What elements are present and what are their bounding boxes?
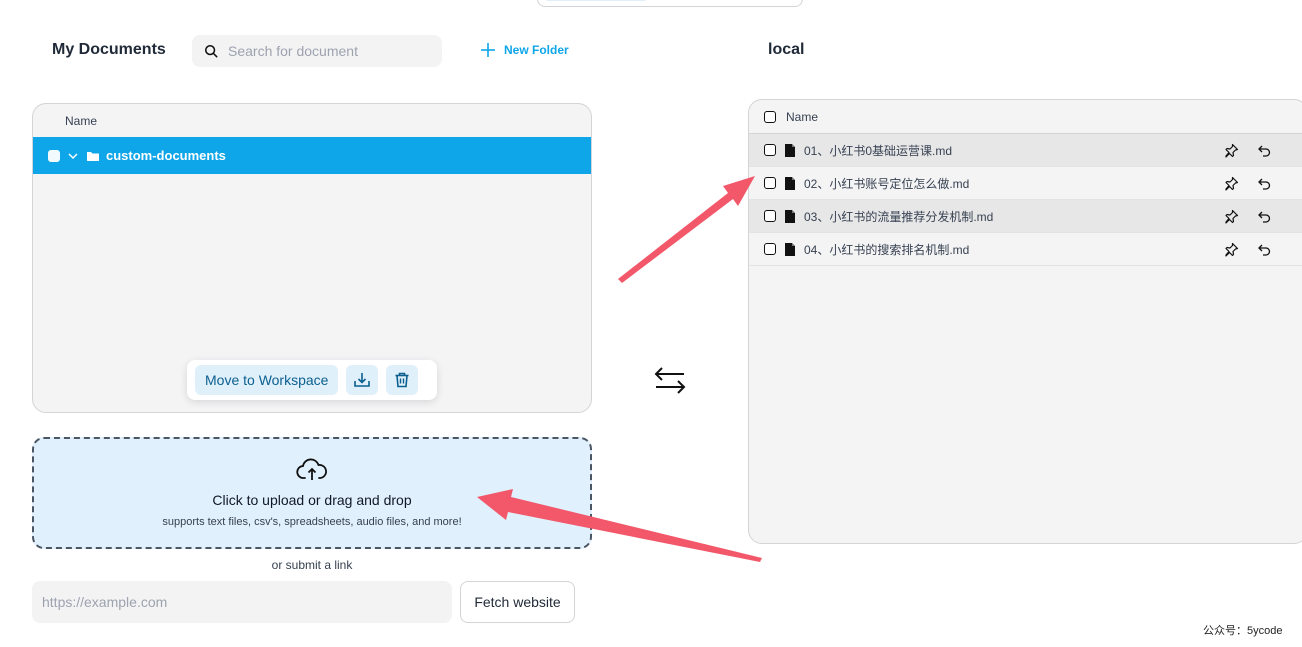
file-name: 02、小红书账号定位怎么做.md <box>804 176 970 191</box>
watermark-text: 公众号：5ycode <box>1203 625 1283 637</box>
upload-title: Click to upload or drag and drop <box>212 492 412 508</box>
file-checkbox[interactable] <box>764 210 776 222</box>
url-input[interactable] <box>32 581 452 623</box>
plus-icon <box>481 43 495 57</box>
file-name: 03、小红书的流量推荐分发机制.md <box>804 209 994 224</box>
download-button[interactable] <box>346 365 379 395</box>
annotation-arrow-upper <box>618 176 755 283</box>
file-checkbox[interactable] <box>764 144 776 156</box>
pin-icon[interactable] <box>1224 176 1239 191</box>
pin-icon[interactable] <box>1224 209 1239 224</box>
file-checkbox[interactable] <box>764 243 776 255</box>
file-name: 01、小红书0基础运营课.md <box>804 143 953 158</box>
folder-checkbox[interactable] <box>48 149 60 162</box>
document-search[interactable] <box>192 35 442 67</box>
tray-download-icon <box>354 373 371 387</box>
top-tab-selector[interactable] <box>537 0 803 7</box>
undo-icon[interactable] <box>1257 176 1272 191</box>
search-icon <box>204 44 218 58</box>
file-row[interactable]: 01、小红书0基础运营课.md <box>749 134 1302 167</box>
file-icon <box>785 242 795 256</box>
right-header-label: Name <box>786 109 819 124</box>
chevron-down-icon[interactable] <box>66 149 80 163</box>
cloud-upload-icon <box>296 458 327 480</box>
new-folder-button[interactable]: New Folder <box>480 42 569 58</box>
file-row[interactable]: 03、小红书的流量推荐分发机制.md <box>749 200 1302 233</box>
file-icon <box>785 143 795 157</box>
undo-icon[interactable] <box>1257 242 1272 257</box>
trash-icon <box>395 372 409 388</box>
top-tab-selected <box>546 0 646 1</box>
file-row[interactable]: 04、小红书的搜索排名机制.md <box>749 233 1302 266</box>
delete-button[interactable] <box>386 365 419 395</box>
file-icon <box>785 209 795 223</box>
right-table-header: Name <box>749 100 1302 134</box>
folder-row[interactable]: custom-documents <box>33 137 591 174</box>
file-icon <box>785 176 795 190</box>
folder-name: custom-documents <box>106 148 226 163</box>
pin-icon[interactable] <box>1224 242 1239 257</box>
file-name: 04、小红书的搜索排名机制.md <box>804 242 970 257</box>
move-to-workspace-button[interactable]: Move to Workspace <box>195 365 339 395</box>
upload-dropzone[interactable]: Click to upload or drag and drop support… <box>32 437 592 549</box>
swap-arrows-icon[interactable] <box>652 362 688 398</box>
undo-icon[interactable] <box>1257 143 1272 158</box>
file-row[interactable]: 02、小红书账号定位怎么做.md <box>749 167 1302 200</box>
local-workspace-title: local <box>768 41 805 58</box>
my-documents-title: My Documents <box>52 41 166 58</box>
selection-action-bar: Move to Workspace <box>187 360 437 400</box>
undo-icon[interactable] <box>1257 209 1272 224</box>
fetch-website-button[interactable]: Fetch website <box>460 581 575 623</box>
pin-icon[interactable] <box>1224 143 1239 158</box>
search-input[interactable] <box>228 43 428 59</box>
folder-icon <box>87 151 99 161</box>
or-submit-link-text: or submit a link <box>271 558 353 572</box>
upload-subtitle: supports text files, csv's, spreadsheets… <box>162 516 462 528</box>
workspace-panel: Name 01、小红书0基础运营课.md 02、小红书账号定位怎么做.md 03… <box>748 99 1302 544</box>
left-table-header: Name <box>65 114 98 128</box>
new-folder-label: New Folder <box>504 43 569 57</box>
select-all-checkbox[interactable] <box>764 110 776 123</box>
file-checkbox[interactable] <box>764 177 776 189</box>
